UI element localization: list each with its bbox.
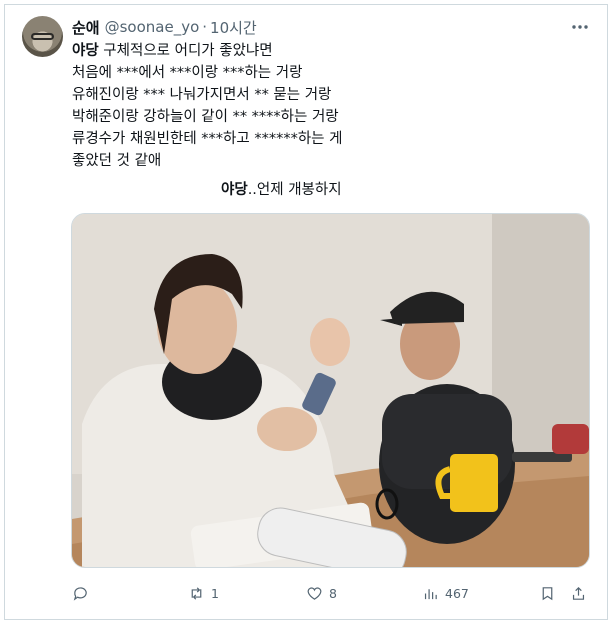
timestamp[interactable]: 10시간 — [210, 17, 257, 38]
tweet-keyword-2[interactable]: 야당 — [221, 182, 248, 198]
tweet-body-lines: 처음에 ***에서 ***이랑 ***하는 거랑 유해진이랑 *** 나눠가지면… — [72, 65, 343, 169]
tweet-keyword[interactable]: 야당 — [72, 43, 99, 59]
views-button[interactable]: 467 — [422, 580, 469, 606]
separator-dot: · — [202, 18, 208, 36]
share-icon — [572, 586, 585, 600]
retweet-icon — [191, 586, 202, 600]
tweet-closing-text: ..언제 개봉하지 — [247, 182, 342, 198]
reply-icon — [73, 586, 87, 601]
avatar[interactable] — [22, 16, 63, 57]
tweet-text: 야당 구체적으로 어디가 좋았냐면 처음에 ***에서 ***이랑 ***하는 … — [72, 40, 572, 172]
reply-button[interactable] — [72, 580, 95, 606]
tweet-closing-line: 야당..언제 개봉하지 — [221, 179, 342, 201]
more-icon[interactable] — [566, 17, 594, 37]
retweet-count: 1 — [211, 585, 219, 601]
like-count: 8 — [329, 585, 337, 601]
bookmark-icon — [542, 586, 553, 600]
tweet-actions: 1 8 467 — [72, 580, 592, 606]
views-count: 467 — [445, 585, 469, 601]
like-button[interactable]: 8 — [306, 580, 337, 606]
display-name[interactable]: 순애 — [72, 17, 100, 38]
tweet-header: 순애 @soonae_yo · 10시간 — [72, 16, 257, 38]
tweet-photo[interactable] — [71, 213, 590, 568]
tweet-line-1: 구체적으로 어디가 좋았냐면 — [98, 43, 273, 59]
bookmark-button[interactable] — [539, 580, 556, 606]
user-handle[interactable]: @soonae_yo — [105, 18, 200, 36]
like-icon — [307, 587, 322, 600]
share-button[interactable] — [570, 580, 587, 606]
views-icon — [424, 588, 437, 599]
retweet-button[interactable]: 1 — [188, 580, 219, 606]
